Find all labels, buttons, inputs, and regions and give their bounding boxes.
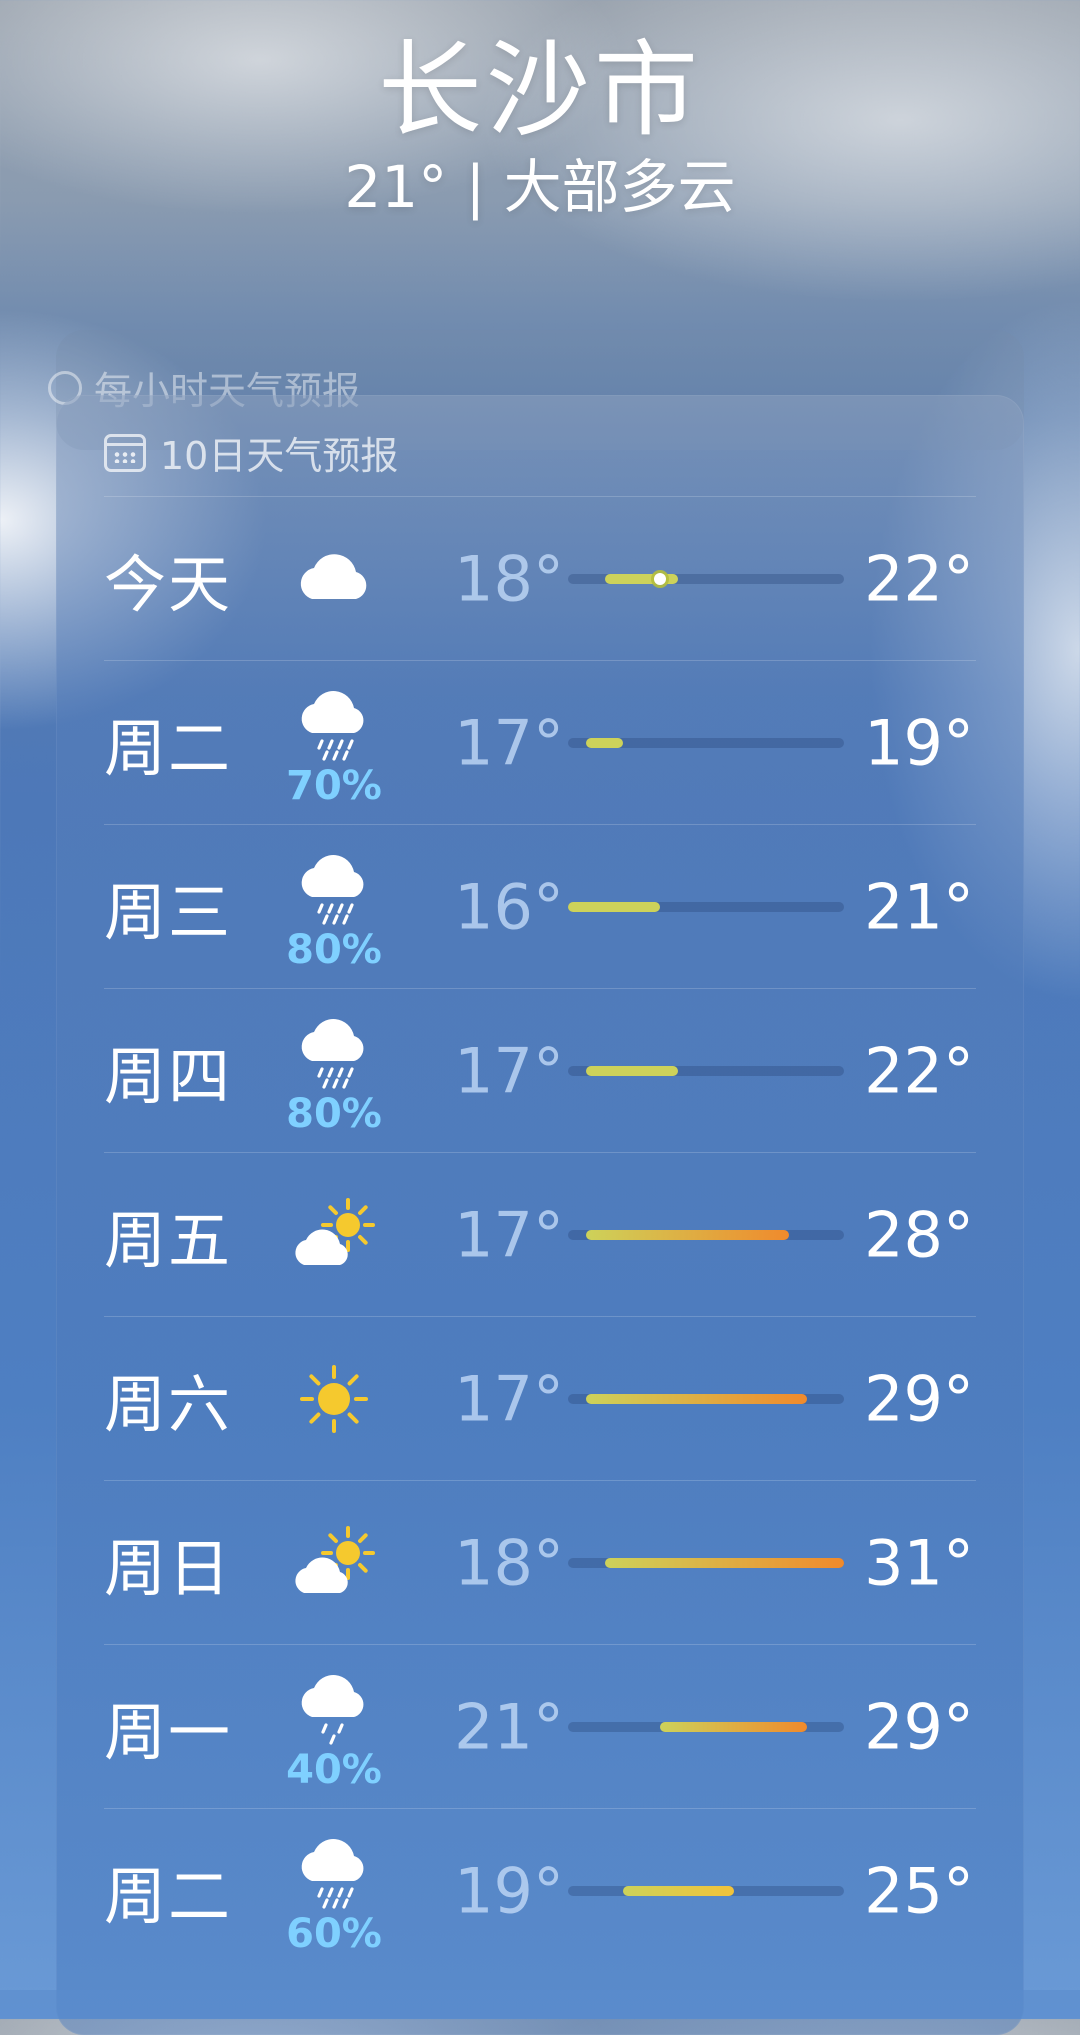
temp-range-fill xyxy=(586,1066,679,1076)
day-label: 今天 xyxy=(104,548,233,621)
high-temp: 29° xyxy=(864,1362,974,1436)
partly-sunny-icon xyxy=(295,1526,375,1593)
high-temp: 19° xyxy=(864,706,974,780)
high-temp: 22° xyxy=(864,1034,974,1108)
temp-range-bar xyxy=(568,902,844,912)
calendar-icon xyxy=(104,433,146,472)
high-temp: 22° xyxy=(864,542,974,616)
low-temp: 17° xyxy=(454,1198,564,1272)
forecast-row[interactable]: 周五 17° 28° xyxy=(56,1153,1024,1317)
sun-icon xyxy=(300,1365,368,1433)
precip-chance: 80% xyxy=(286,1091,382,1137)
temp-range-fill xyxy=(568,902,660,912)
temp-range-bar xyxy=(568,1722,844,1732)
precip-chance: 60% xyxy=(286,1911,382,1957)
cloud-icon xyxy=(300,554,367,599)
temp-range-bar xyxy=(568,1230,844,1240)
forecast-row[interactable]: 周二 70% 17° 19° xyxy=(56,661,1024,825)
temp-range-fill xyxy=(586,738,624,748)
high-temp: 21° xyxy=(864,870,974,944)
day-label: 周二 xyxy=(104,1860,233,1933)
forecast-row[interactable]: 周四 80% 17° 22° xyxy=(56,989,1024,1153)
day-label: 周二 xyxy=(104,712,233,785)
temp-range-fill xyxy=(586,1394,808,1404)
temp-range-fill xyxy=(660,1722,808,1732)
high-temp: 28° xyxy=(864,1198,974,1272)
high-temp: 25° xyxy=(864,1854,974,1928)
temp-range-fill xyxy=(586,1230,789,1240)
precip-chance: 70% xyxy=(286,763,382,809)
day-label: 周六 xyxy=(104,1368,233,1441)
forecast-row[interactable]: 周三 80% 16° 21° xyxy=(56,825,1024,989)
temp-range-bar xyxy=(568,1394,844,1404)
forecast-row[interactable]: 周六 17° 29° xyxy=(56,1317,1024,1481)
low-temp: 18° xyxy=(454,542,564,616)
day-label: 周四 xyxy=(104,1040,233,1113)
high-temp: 31° xyxy=(864,1526,974,1600)
low-temp: 16° xyxy=(454,870,564,944)
current-summary: 21° | 大部多云 xyxy=(344,153,736,221)
day-label: 周三 xyxy=(104,876,233,949)
temp-range-bar xyxy=(568,573,844,585)
low-temp: 17° xyxy=(454,1362,564,1436)
low-temp: 17° xyxy=(454,1034,564,1108)
low-temp: 21° xyxy=(454,1690,564,1764)
ten-day-forecast-title: 10日天气预报 xyxy=(160,434,399,478)
low-temp: 17° xyxy=(454,706,564,780)
forecast-row[interactable]: 周日 18° 31° xyxy=(56,1481,1024,1645)
temp-range-bar xyxy=(568,738,844,748)
temp-range-fill xyxy=(623,1886,734,1896)
partly-sunny-icon xyxy=(295,1198,375,1265)
precip-chance: 40% xyxy=(286,1747,382,1793)
low-temp: 19° xyxy=(454,1854,564,1928)
precip-chance: 80% xyxy=(286,927,382,973)
day-label: 周一 xyxy=(104,1696,233,1769)
temp-range-fill xyxy=(604,1558,844,1568)
day-label: 周日 xyxy=(104,1532,233,1605)
low-temp: 18° xyxy=(454,1526,564,1600)
high-temp: 29° xyxy=(864,1690,974,1764)
ten-day-forecast-header: 10日天气预报 xyxy=(104,425,398,480)
location-header: 长沙市 21° | 大部多云 xyxy=(0,30,1080,222)
city-name: 长沙市 xyxy=(377,29,702,151)
temp-range-bar xyxy=(568,1066,844,1076)
forecast-row[interactable]: 周二 60% 19° 25° xyxy=(56,1809,1024,1973)
temp-range-bar xyxy=(568,1558,844,1568)
temp-range-bar xyxy=(568,1886,844,1896)
temp-range-fill xyxy=(604,574,679,584)
forecast-row[interactable]: 周一 40% 21° 29° xyxy=(56,1645,1024,1809)
forecast-row[interactable]: 今天 18° 22° xyxy=(56,497,1024,661)
day-label: 周五 xyxy=(104,1204,233,1277)
ten-day-forecast-card[interactable]: 10日天气预报 今天 18° 22° 周二 70% 17° 19° 周三 80% 16° 21° 周四… xyxy=(56,395,1024,2035)
bottom-toolbar xyxy=(0,1990,1080,2019)
current-temp-indicator xyxy=(654,573,666,585)
